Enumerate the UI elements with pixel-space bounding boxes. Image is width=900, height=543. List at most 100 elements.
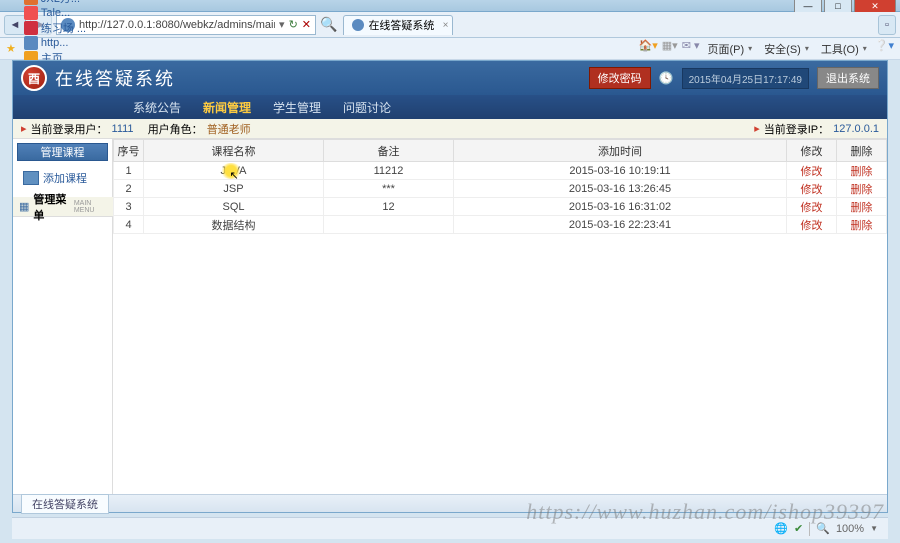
cell-seq: 3: [114, 198, 144, 216]
bookmark-label: 练习场 ...: [41, 20, 86, 36]
bullet-icon: ▸: [754, 122, 760, 135]
tab-title: 在线答疑系统: [368, 17, 434, 33]
bookmark-label: Tale...: [41, 7, 70, 19]
sidebar: ▦ 管理菜单 MAIN MENU 管理课程 添加课程管理课程: [13, 139, 113, 494]
change-password-button[interactable]: 修改密码: [589, 67, 651, 89]
col-del: 删除: [837, 140, 887, 162]
url-input[interactable]: [79, 19, 275, 31]
sidebar-item-add-course[interactable]: 添加课程: [13, 165, 112, 191]
bookmark-label: http...: [41, 37, 69, 49]
cell-name: JSP: [144, 180, 324, 198]
browser-statusbar: 🌐 ✔ 🔍 100% ▼: [12, 517, 888, 539]
zoom-value: 100%: [836, 523, 864, 535]
col-remark: 备注: [324, 140, 454, 162]
sidebar-header: ▦ 管理菜单 MAIN MENU: [13, 197, 113, 217]
cell-del[interactable]: 删除: [837, 180, 887, 198]
cell-name: 数据结构: [144, 216, 324, 234]
cell-time: 2015-03-16 13:26:45: [454, 180, 787, 198]
cursor-highlight: [220, 163, 242, 179]
cell-edit[interactable]: 修改: [787, 216, 837, 234]
favorites-icon[interactable]: ★: [6, 42, 16, 55]
user-label: 当前登录用户：: [31, 121, 108, 137]
app-logo: 酉: [21, 65, 47, 91]
table-row: 4数据结构 2015-03-16 22:23:41 修改 删除: [114, 216, 887, 234]
cell-del[interactable]: 删除: [837, 198, 887, 216]
delete-link[interactable]: 删除: [851, 220, 873, 232]
nav-item[interactable]: 系统公告: [133, 99, 181, 116]
nav-item[interactable]: 问题讨论: [343, 99, 391, 116]
menu-tools[interactable]: 工具(O): [817, 39, 871, 59]
bookmark-label: JXL方...: [41, 0, 80, 6]
cell-edit[interactable]: 修改: [787, 180, 837, 198]
cell-remark: 12: [324, 198, 454, 216]
nav-item[interactable]: 新闻管理: [203, 99, 251, 116]
cell-time: 2015-03-16 16:31:02: [454, 198, 787, 216]
edit-link[interactable]: 修改: [801, 202, 823, 214]
bookmark-favicon: [24, 36, 38, 50]
dropdown-icon[interactable]: ▾: [279, 18, 285, 31]
bookmarks-bar: ★ 自浅入深...JXL方...Tale...练习场 ...http...主页J…: [0, 38, 900, 60]
edit-link[interactable]: 修改: [801, 184, 823, 196]
col-edit: 修改: [787, 140, 837, 162]
stop-icon[interactable]: ✕: [302, 18, 311, 31]
home-icon[interactable]: 🏠▾: [639, 39, 658, 59]
ip-label: 当前登录IP：: [764, 121, 829, 137]
clock-icon: 🕓: [659, 71, 674, 85]
mail-icon[interactable]: ✉ ▾: [682, 39, 700, 59]
cell-seq: 4: [114, 216, 144, 234]
browser-toolbar: ◄ ► ▾ ↻ ✕ 🔍 在线答疑系统 × ▫: [0, 12, 900, 38]
menu-page[interactable]: 页面(P): [704, 39, 757, 59]
bookmark-favicon: [24, 0, 38, 5]
delete-link[interactable]: 删除: [851, 184, 873, 196]
sidebar-section[interactable]: 管理课程: [17, 143, 108, 161]
zoom-dropdown-icon[interactable]: ▼: [870, 524, 878, 533]
cell-remark: ***: [324, 180, 454, 198]
menu-safety[interactable]: 安全(S): [760, 39, 813, 59]
cell-time: 2015-03-16 10:19:11: [454, 162, 787, 180]
cell-remark: 11212: [324, 162, 454, 180]
edit-link[interactable]: 修改: [801, 166, 823, 178]
role-label: 用户角色：: [148, 121, 203, 137]
cell-seq: 1: [114, 162, 144, 180]
nav-back-button[interactable]: ◄: [4, 15, 26, 35]
delete-link[interactable]: 删除: [851, 202, 873, 214]
footer-tab[interactable]: 在线答疑系统: [21, 494, 109, 514]
cell-del[interactable]: 删除: [837, 216, 887, 234]
window-titlebar: — □ ✕: [0, 0, 900, 12]
bookmark-favicon: [24, 21, 38, 35]
bullet-icon: ▸: [21, 122, 27, 135]
app-header: 酉 在线答疑系统 修改密码 🕓 2015年04月25日17:17:49 退出系统: [13, 61, 887, 95]
cell-edit[interactable]: 修改: [787, 198, 837, 216]
delete-link[interactable]: 删除: [851, 166, 873, 178]
app-nav: 系统公告 新闻管理 学生管理 问题讨论: [13, 95, 887, 119]
cell-name: JAVA↖: [144, 162, 324, 180]
search-icon[interactable]: 🔍: [320, 16, 337, 33]
help-icon[interactable]: ❔▾: [875, 39, 894, 59]
sidebar-item-label: 添加课程: [43, 170, 87, 186]
zoom-icon[interactable]: 🔍: [816, 522, 830, 535]
cell-name: SQL: [144, 198, 324, 216]
table-row: 2JSP***2015-03-16 13:26:45修改删除: [114, 180, 887, 198]
browser-tab[interactable]: 在线答疑系统 ×: [343, 15, 453, 35]
cell-remark: [324, 216, 454, 234]
table-row: 1JAVA↖112122015-03-16 10:19:11 修改 删除: [114, 162, 887, 180]
bookmark-item[interactable]: 练习场 ...: [24, 20, 94, 36]
ip-value: 127.0.0.1: [833, 123, 879, 135]
bookmark-item[interactable]: Tale...: [24, 6, 94, 20]
feeds-icon[interactable]: ▦▾: [662, 39, 678, 59]
tab-close-icon[interactable]: ×: [443, 20, 449, 31]
sidebar-title: 管理菜单: [33, 191, 69, 223]
app-title: 在线答疑系统: [55, 65, 175, 91]
address-bar[interactable]: ▾ ↻ ✕: [56, 15, 316, 35]
cell-del[interactable]: 删除: [837, 162, 887, 180]
protected-mode-icon: ✔: [794, 522, 803, 535]
nav-item[interactable]: 学生管理: [273, 99, 321, 116]
new-tab-button[interactable]: ▫: [878, 15, 896, 35]
refresh-icon[interactable]: ↻: [289, 18, 298, 31]
bookmark-item[interactable]: http...: [24, 36, 94, 50]
logout-button[interactable]: 退出系统: [817, 67, 879, 89]
user-id: 1111: [112, 123, 134, 135]
cell-time: 2015-03-16 22:23:41: [454, 216, 787, 234]
edit-link[interactable]: 修改: [801, 220, 823, 232]
cell-edit[interactable]: 修改: [787, 162, 837, 180]
